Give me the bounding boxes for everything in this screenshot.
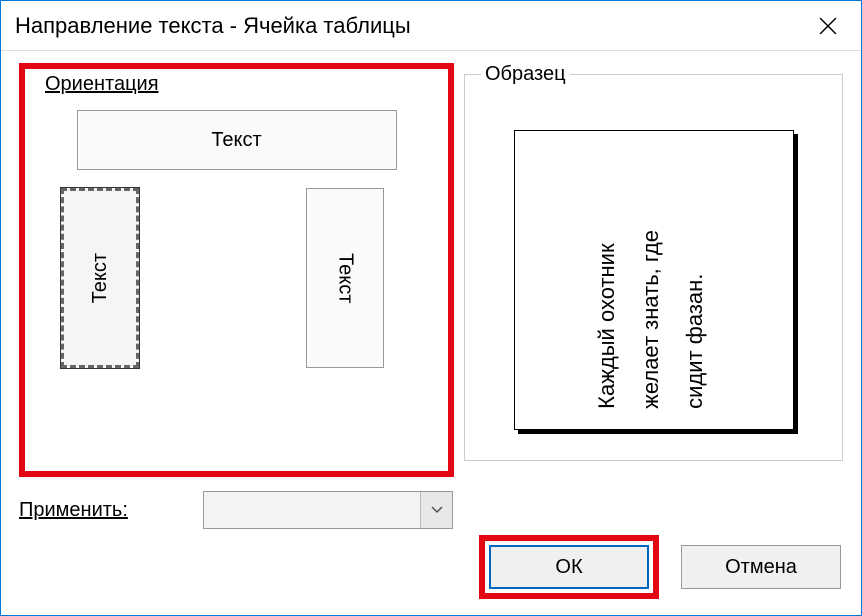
preview-text: Каждый охотник желает знать, где сидит ф… bbox=[585, 230, 717, 409]
orientation-vertical-up-label: Текст bbox=[89, 253, 112, 303]
ok-button[interactable]: ОК bbox=[489, 545, 649, 589]
orientation-vertical-up-button[interactable]: Текст bbox=[61, 188, 139, 368]
preview-box: Каждый охотник желает знать, где сидит ф… bbox=[514, 130, 794, 430]
preview-group-wrap: Образец Каждый охотник желает знать, где… bbox=[464, 63, 843, 477]
orientation-legend: Ориентация bbox=[41, 73, 163, 96]
orientation-horizontal-label: Текст bbox=[211, 129, 261, 152]
cancel-button-label: Отмена bbox=[725, 556, 797, 579]
apply-row: Применить: bbox=[1, 477, 861, 529]
titlebar: Направление текста - Ячейка таблицы bbox=[1, 1, 861, 51]
apply-label: Применить: bbox=[19, 499, 179, 522]
apply-combobox[interactable] bbox=[203, 491, 453, 529]
dialog-title: Направление текста - Ячейка таблицы bbox=[15, 13, 411, 39]
orientation-group: Ориентация Текст Текст Текст bbox=[25, 73, 448, 471]
orientation-vertical-down-button[interactable]: Текст bbox=[306, 188, 384, 368]
dialog-buttons: ОК Отмена bbox=[479, 535, 841, 599]
close-button[interactable] bbox=[803, 6, 853, 46]
ok-highlight: ОК bbox=[479, 535, 659, 599]
cancel-button[interactable]: Отмена bbox=[681, 545, 841, 589]
text-direction-dialog: Направление текста - Ячейка таблицы Орие… bbox=[0, 0, 862, 616]
preview-legend: Образец bbox=[481, 63, 570, 86]
preview-group: Образец Каждый охотник желает знать, где… bbox=[464, 63, 843, 461]
close-icon bbox=[819, 17, 837, 35]
chevron-down-icon bbox=[420, 492, 452, 528]
ok-button-label: ОК bbox=[555, 556, 582, 579]
orientation-highlight: Ориентация Текст Текст Текст bbox=[19, 63, 454, 477]
orientation-vertical-down-label: Текст bbox=[334, 253, 357, 303]
orientation-horizontal-button[interactable]: Текст bbox=[77, 110, 397, 170]
